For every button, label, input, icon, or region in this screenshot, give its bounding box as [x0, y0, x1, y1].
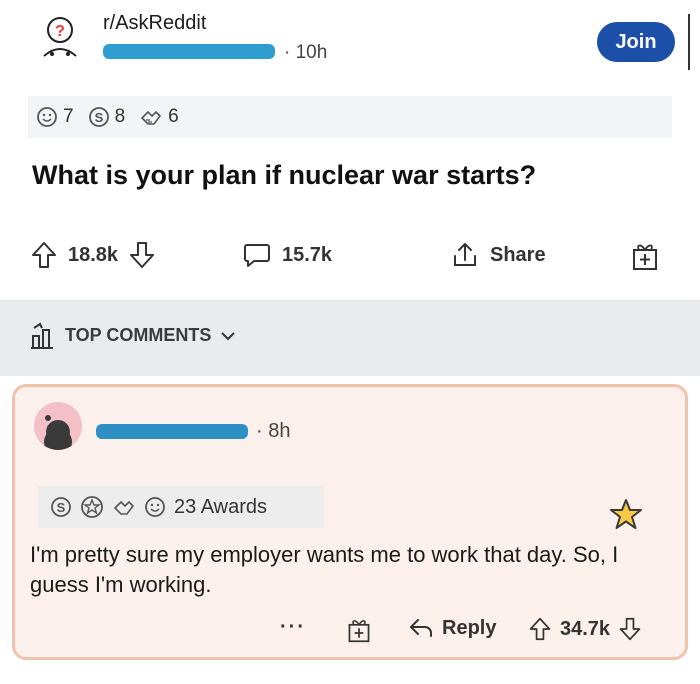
- give-award-button[interactable]: [346, 616, 372, 644]
- chevron-down-icon: [221, 331, 236, 340]
- give-award-button[interactable]: [630, 240, 660, 272]
- share-icon: [454, 243, 476, 266]
- award-item: 6: [139, 106, 179, 128]
- share-button[interactable]: Share: [450, 240, 546, 270]
- more-options-button[interactable]: ···: [280, 616, 306, 639]
- post-awards[interactable]: 7 S 8 6: [28, 96, 672, 138]
- sort-label: TOP COMMENTS: [65, 325, 212, 345]
- svg-text:?: ?: [55, 23, 65, 40]
- award-count: 8: [114, 106, 126, 127]
- post-title[interactable]: What is your plan if nuclear war starts?: [32, 160, 536, 191]
- vote-group: 18.8k: [30, 240, 156, 270]
- comments-button[interactable]: 15.7k: [242, 240, 332, 270]
- upvote-icon[interactable]: [528, 616, 552, 642]
- svg-text:S: S: [57, 500, 66, 515]
- upvote-count: 18.8k: [68, 243, 119, 266]
- comment-time: · 8h: [256, 420, 291, 442]
- join-button[interactable]: Join: [597, 22, 675, 62]
- gold-award-icon: [81, 496, 103, 518]
- comment-author-line: · 8h: [96, 420, 336, 444]
- gift-icon: [348, 620, 370, 643]
- downvote-icon[interactable]: [128, 240, 156, 270]
- reply-icon: [410, 619, 432, 637]
- subreddit-name[interactable]: r/AskReddit: [103, 12, 206, 35]
- downvote-icon[interactable]: [618, 616, 642, 642]
- sort-dropdown[interactable]: TOP COMMENTS: [65, 325, 237, 346]
- svg-text:S: S: [94, 110, 103, 125]
- comment-awards[interactable]: S 23 Awards: [38, 486, 324, 528]
- wholesome-award-icon: [37, 107, 57, 127]
- upvote-icon[interactable]: [30, 240, 58, 270]
- gift-icon: [633, 244, 657, 270]
- scrollbar[interactable]: [688, 14, 690, 70]
- comment-icon: [244, 244, 270, 267]
- silver-award-icon: S: [51, 497, 71, 517]
- award-count: 7: [63, 106, 74, 127]
- post-time: · 10h: [284, 42, 328, 63]
- award-item: 7: [36, 106, 74, 128]
- wholesome-award-icon: [145, 497, 165, 517]
- comment-vote-count: 34.7k: [560, 617, 611, 640]
- post-author-line: · 10h: [103, 42, 363, 64]
- award-item: S 8: [88, 106, 126, 128]
- redacted-username: [103, 44, 275, 59]
- comment-body: I'm pretty sure my employer wants me to …: [30, 542, 619, 597]
- awards-count: 23 Awards: [174, 495, 268, 518]
- post-action-bar: 18.8k 15.7k Share: [30, 240, 680, 280]
- comment-count: 15.7k: [282, 243, 333, 266]
- avatar[interactable]: [34, 402, 82, 450]
- reply-label: Reply: [442, 616, 497, 639]
- silver-award-icon: S: [88, 107, 109, 127]
- star-award-icon: [608, 496, 644, 532]
- helpful-award-icon: [113, 500, 135, 515]
- redacted-username: [96, 424, 248, 439]
- comment-vote-group: 34.7k: [528, 616, 642, 642]
- subreddit-icon[interactable]: ?: [36, 14, 84, 62]
- comment-actions: ··· Reply 34.7k: [280, 616, 680, 648]
- share-label: Share: [490, 243, 546, 266]
- helpful-award-icon: [141, 110, 162, 125]
- award-count: 6: [168, 106, 179, 127]
- reply-button[interactable]: Reply: [408, 616, 496, 640]
- sort-icon: [28, 322, 56, 352]
